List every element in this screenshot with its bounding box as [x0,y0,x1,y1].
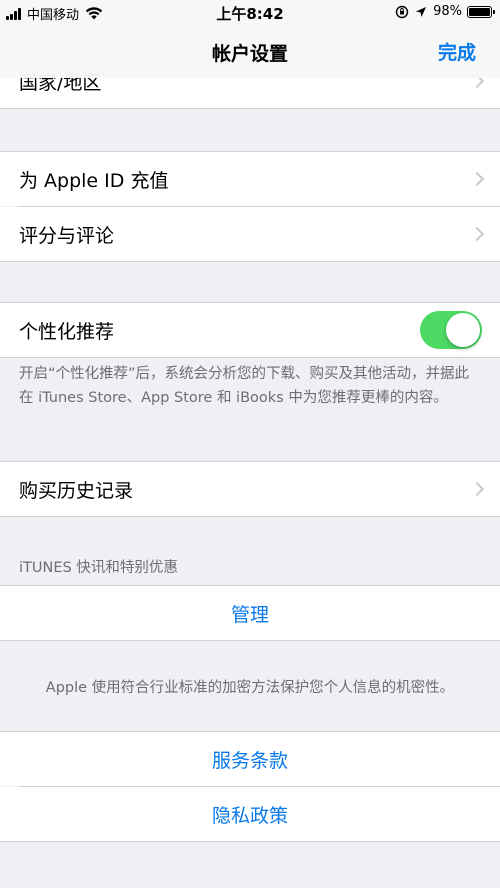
add-funds-row[interactable]: 为 Apple ID 充值 [0,152,500,206]
location-icon [416,6,427,17]
orientation-lock-icon [395,5,409,18]
page-title: 帐户设置 [211,43,288,65]
divider [0,841,500,842]
personalized-row: 个性化推荐 [0,303,500,357]
navigation-bar: 帐户设置 完成 [0,26,500,78]
purchase-history-label: 购买历史记录 [19,479,134,502]
privacy-link[interactable]: 隐私政策 [0,787,500,841]
done-button[interactable]: 完成 [438,38,476,65]
privacy-label: 隐私政策 [211,804,288,827]
manage-button[interactable]: 管理 [0,586,500,640]
privacy-footnote: Apple 使用符合行业标准的加密方法保护您个人信息的机密性。 [45,680,455,696]
itunes-section-header: iTUNES 快讯和特别优惠 [19,560,178,576]
chevron-right-icon [469,171,485,187]
chevron-right-icon [469,226,485,242]
status-bar: 中国移动 上午8:42 98% [0,0,500,26]
divider [0,261,500,262]
personalized-label: 个性化推荐 [19,320,115,343]
terms-label: 服务条款 [211,749,288,772]
ratings-reviews-label: 评分与评论 [19,224,115,247]
battery-percent: 98% [433,4,462,19]
toggle-knob [446,313,480,347]
purchase-history-row[interactable]: 购买历史记录 [0,462,500,516]
chevron-right-icon [469,481,485,497]
status-right: 98% [395,4,495,19]
divider [0,108,500,109]
terms-link[interactable]: 服务条款 [0,732,500,786]
ratings-reviews-row[interactable]: 评分与评论 [0,207,500,261]
divider [0,357,500,358]
personalized-toggle[interactable] [420,311,482,349]
divider [0,640,500,641]
battery-icon [467,5,495,18]
add-funds-label: 为 Apple ID 充值 [19,169,169,192]
manage-label: 管理 [230,603,269,626]
personalized-footnote: 开启“个性化推荐”后，系统会分析您的下载、购买及其他活动，并据此在 iTunes… [19,366,470,406]
battery-level [469,7,490,16]
divider [0,516,500,517]
